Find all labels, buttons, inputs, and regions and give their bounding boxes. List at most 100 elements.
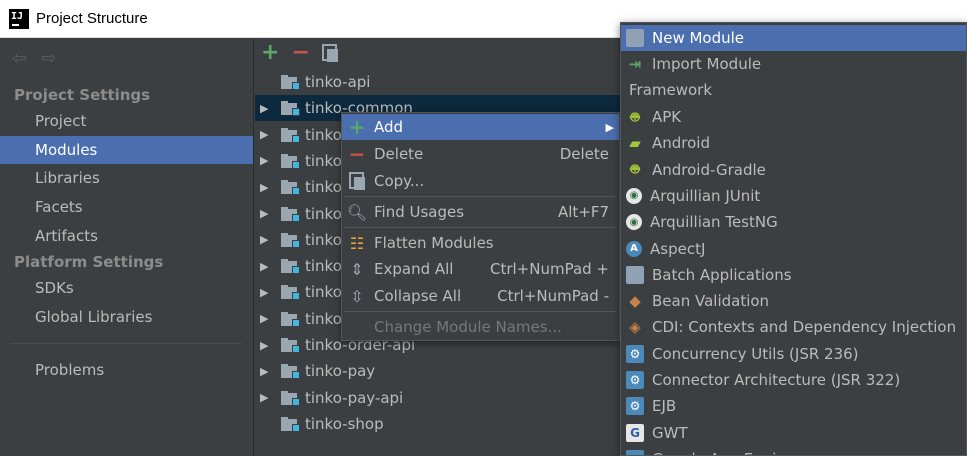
sidebar-item-sdks[interactable]: SDKs — [0, 274, 253, 302]
module-folder-icon — [281, 232, 300, 248]
expand-arrow-icon[interactable]: ▶ — [260, 181, 272, 194]
copy-icon — [348, 172, 366, 190]
forward-arrow-icon[interactable]: ⇨ — [41, 48, 56, 69]
submenu-item-framework[interactable]: 🤖︎ APK — [621, 104, 966, 130]
module-folder-icon — [281, 311, 300, 327]
connector-icon: ⚙ — [626, 371, 644, 389]
import-icon: ⇥ — [628, 55, 642, 73]
submenu-item-framework[interactable]: ▰ Android — [621, 130, 966, 156]
expand-arrow-icon[interactable]: ▶ — [260, 128, 272, 141]
tree-row-label: tinko — [305, 257, 342, 276]
sidebar-item-project[interactable]: Project — [0, 107, 253, 135]
sidebar-item-problems[interactable]: Problems — [0, 356, 253, 384]
module-folder-icon — [281, 180, 300, 196]
module-folder-icon — [281, 259, 300, 275]
menu-item-flatten-modules[interactable]: ☷ Flatten Modules — [342, 230, 619, 256]
expand-arrow-icon[interactable]: ▶ — [260, 102, 272, 115]
expand-arrow-icon[interactable]: ▶ — [260, 339, 272, 352]
android-icon: 🤖︎ — [630, 160, 640, 179]
menu-item-change-module-names: Change Module Names... — [374, 318, 562, 336]
sidebar-item-artifacts[interactable]: Artifacts — [0, 222, 253, 250]
module-folder-icon — [281, 206, 300, 222]
framework-header: Framework — [629, 81, 713, 99]
menu-separator — [344, 311, 617, 312]
tree-row-label: tinko — [305, 230, 342, 249]
magnifier-icon: 🔍︎ — [346, 202, 368, 222]
submenu-item-new-module[interactable]: New Module — [621, 25, 966, 51]
submenu-item-framework[interactable]: ◆ Bean Validation — [621, 288, 966, 314]
android-icon: 🤖︎ — [630, 107, 640, 126]
android-folder-icon: ▰ — [629, 134, 641, 153]
submenu-item-framework[interactable]: ⚙ EJB — [621, 393, 966, 419]
tree-row-label: tinko-pay-api — [305, 388, 404, 407]
sidebar-item-modules[interactable]: Modules — [0, 136, 253, 164]
submenu-item-framework[interactable]: ◎Google App Engine — [621, 446, 966, 455]
menu-item-copy[interactable]: Copy... — [342, 168, 619, 194]
expand-arrow-icon[interactable]: ▶ — [260, 286, 272, 299]
menu-item-delete[interactable]: − Delete Delete — [342, 141, 619, 167]
module-folder-icon — [281, 127, 300, 143]
bean-validation-icon: ◆ — [629, 292, 641, 311]
expand-arrow-icon[interactable]: ▶ — [260, 207, 272, 220]
expand-arrow-icon[interactable]: ▶ — [260, 312, 272, 325]
tree-row-label: tinko — [305, 283, 342, 302]
tree-row-label: tinko — [305, 309, 342, 328]
copy-icon[interactable] — [321, 44, 338, 62]
plus-icon: + — [348, 115, 366, 139]
flatten-icon: ☷ — [349, 233, 365, 253]
sidebar-item-global-libraries[interactable]: Global Libraries — [0, 303, 253, 331]
module-folder-icon — [281, 338, 300, 353]
submenu-item-framework[interactable]: ◉ Arquillian TestNG — [621, 209, 966, 235]
module-folder-icon — [281, 101, 300, 117]
expand-arrow-icon[interactable]: ▶ — [260, 391, 272, 404]
cdi-icon: ◈ — [629, 318, 641, 337]
submenu-item-framework[interactable]: 🤖︎ Android-Gradle — [621, 157, 966, 183]
tree-row-label: tinko — [305, 151, 342, 170]
intellij-app-icon: IJ — [9, 8, 29, 29]
menu-item-collapse-all[interactable]: ⇳ Collapse All Ctrl+NumPad - — [342, 283, 619, 309]
sidebar-separator — [10, 343, 242, 344]
back-arrow-icon[interactable]: ⇦ — [12, 48, 27, 69]
submenu-item-framework[interactable]: ⚙ Concurrency Utils (JSR 236) — [621, 341, 966, 367]
tree-row-label: tinko — [305, 204, 342, 223]
arquillian-icon: ◉ — [626, 187, 642, 204]
submenu-item-framework[interactable]: ◈ CDI: Contexts and Dependency Injection — [621, 314, 966, 340]
add-submenu: New Module ⇥ Import Module Framework 🤖︎ A… — [620, 22, 967, 456]
module-folder-icon — [281, 285, 300, 301]
context-menu: + Add ▶ − Delete Delete Copy... 🔍︎ Find … — [341, 112, 620, 341]
submenu-item-framework[interactable]: ◉ Arquillian JUnit — [621, 183, 966, 209]
arquillian-icon: ◉ — [626, 214, 642, 231]
submenu-arrow-icon: ▶ — [605, 120, 614, 134]
menu-separator — [344, 196, 617, 197]
nav-arrows: ⇦ ⇨ — [0, 38, 253, 78]
minus-icon: − — [348, 142, 366, 166]
expand-arrow-icon[interactable]: ▶ — [260, 233, 272, 246]
menu-item-add[interactable]: + Add ▶ — [342, 114, 619, 140]
module-folder-icon — [281, 153, 300, 169]
module-folder-icon — [626, 29, 644, 47]
expand-arrow-icon[interactable]: ▶ — [260, 365, 272, 378]
menu-item-expand-all[interactable]: ⇕ Expand All Ctrl+NumPad + — [342, 256, 619, 282]
expand-arrow-icon[interactable]: ▶ — [260, 154, 272, 167]
module-folder-icon — [281, 390, 300, 406]
submenu-item-framework[interactable]: ⚙ Connector Architecture (JSR 322) — [621, 367, 966, 393]
tree-row-label: tinko — [305, 178, 342, 197]
submenu-item-import-module[interactable]: ⇥ Import Module — [621, 51, 966, 77]
module-folder-icon — [281, 416, 300, 432]
google-app-engine-icon: ◎ — [626, 449, 644, 455]
submenu-item-framework[interactable]: A AspectJ — [621, 236, 966, 262]
expand-arrow-icon[interactable]: ▶ — [260, 260, 272, 273]
sidebar-item-libraries[interactable]: Libraries — [0, 164, 253, 192]
add-icon[interactable]: + — [261, 42, 279, 64]
section-header-platform-settings: Platform Settings — [14, 253, 164, 271]
sidebar-item-facets[interactable]: Facets — [0, 193, 253, 221]
section-header-project-settings: Project Settings — [14, 86, 151, 104]
menu-item-find-usages[interactable]: 🔍︎ Find Usages Alt+F7 — [342, 199, 619, 225]
collapse-all-icon: ⇳ — [350, 286, 364, 306]
batch-icon — [626, 265, 644, 284]
remove-icon[interactable]: − — [291, 42, 309, 64]
tree-row-label: tinko-pay — [305, 362, 376, 381]
submenu-item-framework[interactable]: G GWT — [621, 420, 966, 446]
concurrency-icon: ⚙ — [626, 344, 644, 363]
submenu-item-framework[interactable]: Batch Applications — [621, 262, 966, 288]
